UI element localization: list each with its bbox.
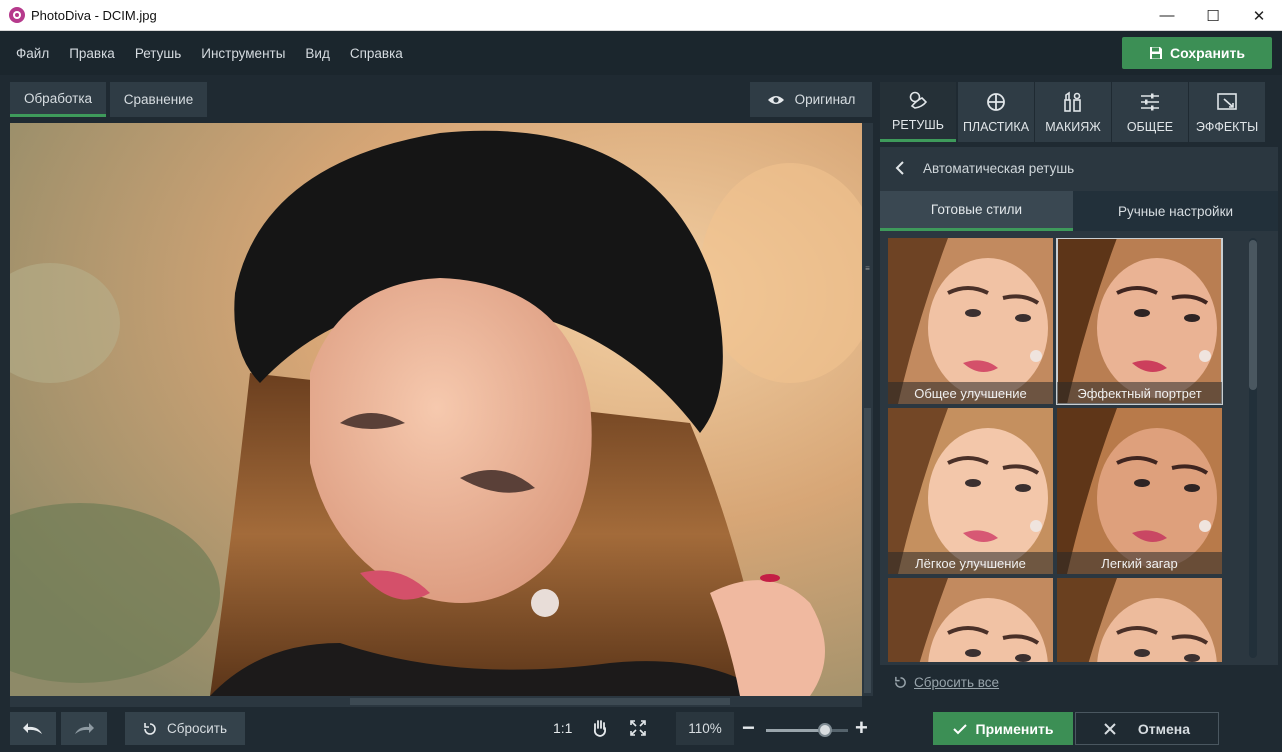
horizontal-scrollbar[interactable] — [10, 696, 862, 707]
original-label: Оригинал — [794, 92, 856, 107]
preset-light-improvement[interactable]: Лёгкое улучшение — [888, 408, 1053, 574]
tab-effects[interactable]: ЭФФЕКТЫ — [1189, 82, 1265, 142]
preset-label: Лёгкое улучшение — [888, 552, 1053, 574]
portrait-photo — [10, 123, 862, 696]
vertical-scrollbar[interactable]: ≡ — [862, 123, 873, 696]
tab-plastic-label: ПЛАСТИКА — [962, 119, 1030, 134]
tab-ready-styles[interactable]: Готовые стили — [880, 191, 1073, 231]
maximize-button[interactable]: ☐ — [1190, 0, 1236, 31]
tab-effects-label: ЭФФЕКТЫ — [1195, 119, 1259, 134]
app-logo-icon — [9, 7, 25, 23]
tab-general-label: ОБЩЕЕ — [1126, 119, 1174, 134]
reset-label: Сбросить — [166, 721, 227, 736]
save-button[interactable]: Сохранить — [1122, 37, 1272, 69]
checkmark-icon — [952, 723, 967, 734]
sliders-icon — [1141, 93, 1159, 110]
preset-effective-portrait[interactable]: Эффектный портрет — [1056, 238, 1223, 405]
preset-label: Легкий загар — [1057, 552, 1222, 574]
cancel-label: Отмена — [1137, 720, 1191, 737]
reset-button[interactable]: Сбросить — [125, 712, 245, 745]
workspace: Обработка Сравнение Оригинал ≡ Сбросить … — [0, 75, 878, 752]
retouch-brush-icon — [909, 91, 928, 109]
menu-tools[interactable]: Инструменты — [191, 46, 295, 61]
right-panel: РЕТУШЬ ПЛАСТИКА МАКИЯЖ ОБЩЕЕ ЭФФЕКТЫ Авт… — [878, 75, 1282, 752]
zoom-slider-handle[interactable] — [818, 723, 833, 737]
preset-general-improvement[interactable]: Общее улучшение — [888, 238, 1053, 404]
tab-plastic[interactable]: ПЛАСТИКА — [958, 82, 1034, 142]
undo-icon — [23, 722, 42, 734]
preset-scroll-thumb[interactable] — [1249, 240, 1257, 390]
tab-retouch-label: РЕТУШЬ — [892, 118, 944, 132]
tab-manual-settings[interactable]: Ручные настройки — [1073, 191, 1278, 231]
cancel-button[interactable]: Отмена — [1075, 712, 1219, 745]
tab-retouch[interactable]: РЕТУШЬ — [880, 82, 956, 142]
redo-icon — [75, 722, 94, 734]
auto-retouch-section: Автоматическая ретушь Готовые стили Ручн… — [880, 147, 1278, 665]
tab-compare[interactable]: Сравнение — [110, 82, 207, 117]
preset-thumbnail — [888, 578, 1053, 662]
zoom-out-button[interactable]: − — [742, 715, 755, 741]
preset-thumbnail — [1057, 408, 1222, 574]
zoom-actual-size-button[interactable]: 1:1 — [553, 720, 572, 736]
window-controls: — ☐ ✕ — [1144, 0, 1282, 31]
reset-all-link[interactable]: Сбросить все — [894, 675, 999, 690]
preset-thumbnail — [888, 408, 1053, 574]
fit-to-screen-icon[interactable] — [628, 718, 648, 738]
apply-label: Применить — [975, 720, 1054, 737]
hand-icon[interactable] — [590, 718, 610, 738]
menu-retouch[interactable]: Ретушь — [125, 46, 191, 61]
zoom-in-button[interactable]: + — [855, 715, 868, 741]
section-header[interactable]: Автоматическая ретушь — [880, 147, 1278, 189]
chevron-left-icon[interactable] — [892, 160, 908, 176]
reset-all-label: Сбросить все — [914, 675, 1000, 690]
apply-button[interactable]: Применить — [933, 712, 1073, 745]
undo-button[interactable] — [10, 712, 56, 745]
redo-button[interactable] — [61, 712, 107, 745]
reset-icon — [144, 722, 156, 735]
horizontal-scroll-thumb[interactable] — [350, 698, 730, 705]
preset-thumbnail — [1057, 578, 1222, 662]
save-label: Сохранить — [1170, 45, 1245, 61]
menu-edit[interactable]: Правка — [59, 46, 125, 61]
close-button[interactable]: ✕ — [1236, 0, 1282, 31]
tab-makeup[interactable]: МАКИЯЖ — [1035, 82, 1111, 142]
menu-bar: Файл Правка Ретушь Инструменты Вид Справ… — [0, 31, 1282, 75]
preset-label: Эффектный портрет — [1057, 382, 1222, 404]
liquify-icon — [987, 92, 1005, 111]
menu-view[interactable]: Вид — [295, 46, 339, 61]
zoom-slider-fill — [766, 729, 826, 732]
title-bar: PhotoDiva - DCIM.jpg — ☐ ✕ — [0, 0, 1282, 31]
window-title: PhotoDiva - DCIM.jpg — [31, 7, 157, 23]
section-title: Автоматическая ретушь — [923, 160, 1075, 176]
menu-help[interactable]: Справка — [340, 46, 413, 61]
tab-general[interactable]: ОБЩЕЕ — [1112, 82, 1188, 142]
scrollbar-grip-icon: ≡ — [865, 264, 870, 273]
minimize-button[interactable]: — — [1144, 0, 1190, 31]
preset-thumbnail — [1057, 238, 1222, 404]
preset-5[interactable] — [888, 578, 1053, 662]
reset-icon — [895, 676, 906, 688]
effects-icon — [1217, 92, 1237, 110]
zoom-slider-track[interactable] — [766, 729, 848, 732]
tab-processing[interactable]: Обработка — [10, 82, 106, 117]
tab-makeup-label: МАКИЯЖ — [1045, 119, 1101, 134]
vertical-scroll-thumb[interactable] — [864, 408, 871, 693]
photo-canvas[interactable] — [10, 123, 862, 696]
preset-6[interactable] — [1057, 578, 1222, 662]
floppy-disk-icon — [1150, 47, 1163, 59]
makeup-icon — [1064, 91, 1081, 112]
zoom-value-field[interactable]: 110% — [676, 712, 734, 745]
eye-icon — [767, 95, 784, 104]
menu-file[interactable]: Файл — [6, 46, 59, 61]
preset-grid: Общее улучшение Эффектный портрет Лёгкое… — [888, 238, 1228, 662]
original-button[interactable]: Оригинал — [750, 82, 872, 117]
preset-scrollbar[interactable] — [1249, 238, 1257, 658]
close-icon — [1104, 722, 1116, 735]
preset-light-tan[interactable]: Легкий загар — [1057, 408, 1222, 574]
preset-thumbnail — [888, 238, 1053, 404]
preset-label: Общее улучшение — [888, 382, 1053, 404]
